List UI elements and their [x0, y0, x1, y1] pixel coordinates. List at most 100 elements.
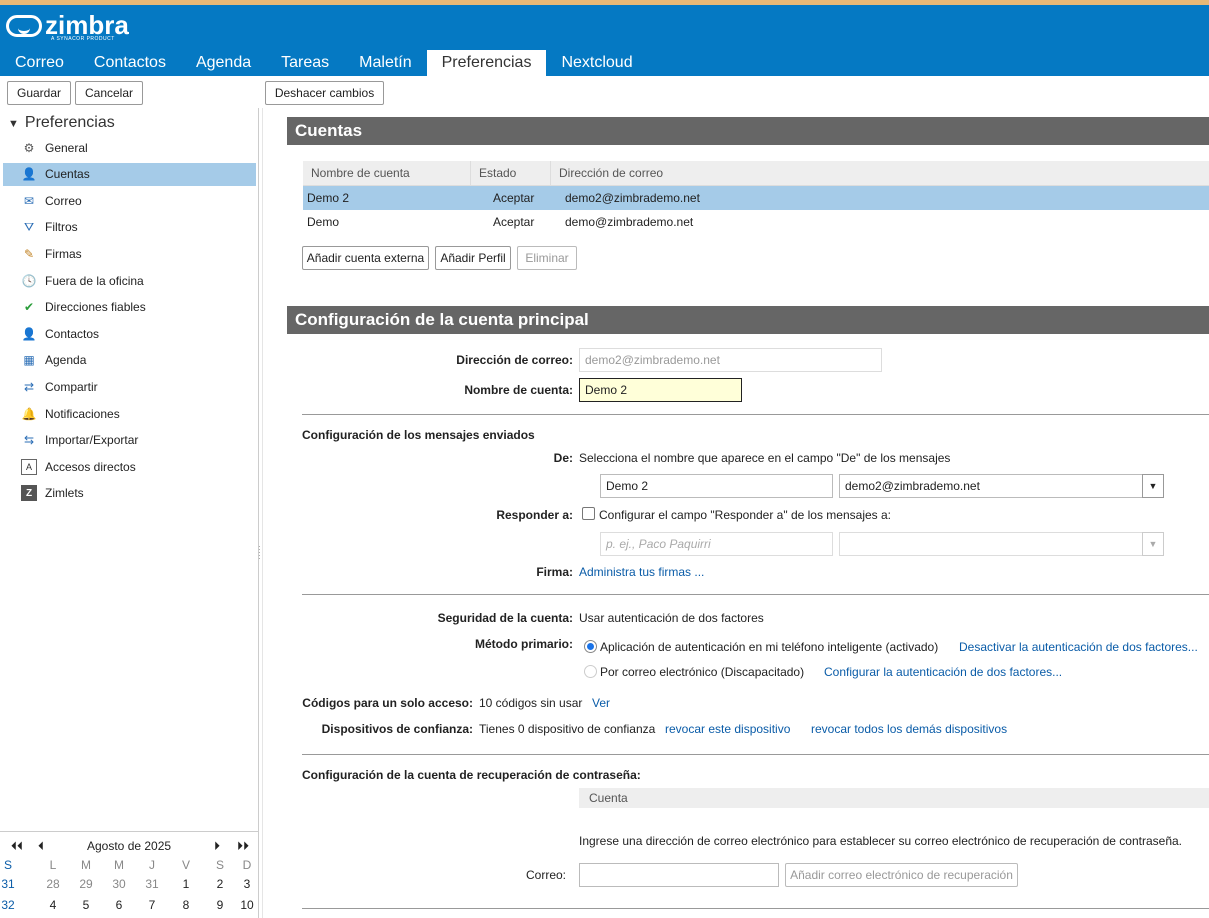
calendar-day[interactable]: 31 [137, 877, 167, 891]
calendar-day[interactable]: 3 [232, 877, 262, 891]
add-external-account-button[interactable]: Añadir cuenta externa [302, 246, 429, 270]
calendar-day[interactable]: 9 [205, 898, 235, 912]
calendar-day[interactable]: 1 [171, 877, 201, 891]
pane-divider [262, 108, 263, 918]
table-row[interactable]: Demo 2 Aceptar demo2@zimbrademo.net [303, 186, 1209, 210]
collapse-triangle-icon[interactable]: ▼ [8, 118, 19, 130]
cancel-button[interactable]: Cancelar [75, 81, 143, 105]
trusted-devices-label: Dispositivos de confianza: [321, 722, 473, 736]
zimbra-logo: zimbra A SYNACOR PRODUCT [6, 10, 129, 42]
sidebar-item-general[interactable]: ⚙ General [3, 136, 256, 159]
method-app-radio[interactable] [584, 640, 597, 653]
reply-to-email-select[interactable] [839, 532, 1143, 556]
configure-2fa-link[interactable]: Configurar la autenticación de dos facto… [824, 665, 1062, 679]
add-recovery-email-button[interactable]: Añadir correo electrónico de recuperació… [785, 863, 1018, 887]
delete-account-button[interactable]: Eliminar [517, 246, 577, 270]
calendar-day[interactable]: 4 [38, 898, 68, 912]
sidebar-item-accesos-directos[interactable]: A Accesos directos [3, 455, 256, 478]
prev-month-icon[interactable]: ⏴ [26, 839, 56, 854]
chevron-down-icon[interactable]: ▼ [1142, 474, 1164, 498]
out-of-office-icon: 🕓 [21, 273, 37, 288]
sidebar-item-importar-exportar[interactable]: ⇆ Importar/Exportar [3, 429, 256, 452]
signature-icon: ✎ [23, 246, 35, 261]
tab-contactos[interactable]: Contactos [79, 50, 181, 76]
revoke-all-devices-link[interactable]: revocar todos los demás dispositivos [811, 722, 1007, 736]
sidebar-item-agenda[interactable]: ▦ Agenda [3, 349, 256, 372]
account-name-field[interactable]: Demo 2 [579, 378, 742, 402]
column-header-account-name[interactable]: Nombre de cuenta [303, 160, 471, 186]
trusted-devices-value: Tienes 0 dispositivo de confianza [479, 722, 656, 736]
calendar-day[interactable]: 28 [38, 877, 68, 891]
sidebar-item-label: Correo [45, 193, 82, 208]
accounts-table: Nombre de cuenta Estado Dirección de cor… [303, 160, 1209, 234]
sidebar-item-fuera-de-la-oficina[interactable]: 🕓 Fuera de la oficina [3, 269, 256, 292]
chevron-down-icon[interactable]: ▼ [1142, 532, 1164, 556]
sidebar-item-firmas[interactable]: ✎ Firmas [3, 242, 256, 265]
tab-correo[interactable]: Correo [0, 50, 79, 76]
recovery-description: Ingrese una dirección de correo electrón… [579, 834, 1183, 848]
reply-to-name-field[interactable]: p. ej., Paco Paquirri [600, 532, 833, 556]
from-email-select[interactable]: demo2@zimbrademo.net [839, 474, 1143, 498]
sidebar-item-correo[interactable]: ✉ Correo [3, 189, 256, 212]
sidebar-item-filtros[interactable]: ⛛ Filtros [3, 216, 256, 239]
weekday-header: S [215, 858, 224, 872]
sidebar-item-direcciones-fiables[interactable]: ✔ Direcciones fiables [3, 296, 256, 319]
calendar-day[interactable]: 2 [205, 877, 235, 891]
method-email-radio[interactable] [584, 665, 597, 678]
sidebar-item-label: Notificaciones [45, 406, 120, 421]
account-security-value: Usar autenticación de dos factores [579, 611, 764, 625]
accounts-table-header: Nombre de cuenta Estado Dirección de cor… [303, 160, 1209, 186]
zimlet-icon: Z [21, 485, 37, 502]
calendar-day[interactable]: 8 [171, 898, 201, 912]
sidebar-item-contactos[interactable]: 👤 Contactos [3, 322, 256, 345]
recovery-email-field[interactable] [579, 863, 779, 887]
splitter-grip-icon[interactable]: · · · · · [258, 543, 262, 563]
column-header-email[interactable]: Dirección de correo [551, 161, 1209, 186]
tab-maletin[interactable]: Maletín [344, 50, 426, 76]
one-time-codes-label: Códigos para un solo acceso: [302, 696, 473, 710]
calendar-day[interactable]: 6 [104, 898, 134, 912]
add-profile-button[interactable]: Añadir Perfil [435, 246, 511, 270]
tab-preferencias[interactable]: Preferencias [426, 50, 547, 76]
manage-signatures-link[interactable]: Administra tus firmas ... [579, 565, 704, 579]
preferences-tree-header[interactable]: ▼ Preferencias [8, 114, 115, 132]
sidebar-item-label: Firmas [45, 246, 82, 261]
view-codes-link[interactable]: Ver [592, 696, 610, 710]
weekday-header: S [3, 858, 12, 872]
sidebar-item-notificaciones[interactable]: 🔔 Notificaciones [3, 402, 256, 425]
reply-to-checkbox[interactable] [582, 507, 595, 520]
from-name-field[interactable]: Demo 2 [600, 474, 833, 498]
next-year-icon[interactable]: ⏵⏵ [228, 839, 258, 854]
pane-splitter[interactable] [258, 108, 259, 918]
weekday-header: L [49, 858, 57, 872]
sidebar-item-label: Zimlets [45, 486, 84, 501]
tab-tareas[interactable]: Tareas [266, 50, 344, 76]
account-state-cell: Aceptar [493, 215, 535, 229]
calendar-day[interactable]: 30 [104, 877, 134, 891]
revoke-this-device-link[interactable]: revocar este dispositivo [665, 722, 790, 736]
sidebar-item-cuentas[interactable]: 👤 Cuentas [3, 162, 256, 186]
table-row[interactable]: Demo Aceptar demo@zimbrademo.net [303, 210, 1209, 234]
column-header-state[interactable]: Estado [471, 160, 551, 186]
week-number: 31 [1, 877, 15, 891]
disable-2fa-link[interactable]: Desactivar la autenticación de dos facto… [959, 640, 1198, 654]
from-label: De: [553, 451, 573, 465]
sidebar-item-compartir[interactable]: ⇄ Compartir [3, 375, 256, 398]
calendar-day[interactable]: 5 [71, 898, 101, 912]
tab-nextcloud[interactable]: Nextcloud [546, 50, 647, 76]
sidebar-item-zimlets[interactable]: Z Zimlets [3, 482, 256, 505]
weekday-header: M [114, 858, 124, 872]
tab-agenda[interactable]: Agenda [181, 50, 266, 76]
reply-to-description: Configurar el campo "Responder a" de los… [599, 508, 892, 522]
primary-method-label: Método primario: [475, 637, 573, 651]
calendar-day[interactable]: 29 [71, 877, 101, 891]
save-button[interactable]: Guardar [7, 81, 71, 105]
method-email-label: Por correo electrónico (Discapacitado) [600, 665, 805, 679]
divider [302, 908, 1209, 909]
accounts-icon: 👤 [21, 167, 37, 182]
calendar-day[interactable]: 10 [232, 898, 262, 912]
calendar-day[interactable]: 7 [137, 898, 167, 912]
undo-changes-button[interactable]: Deshacer cambios [265, 81, 384, 105]
account-state-cell: Aceptar [493, 191, 535, 205]
recovery-table-header: Cuenta [579, 788, 1209, 808]
